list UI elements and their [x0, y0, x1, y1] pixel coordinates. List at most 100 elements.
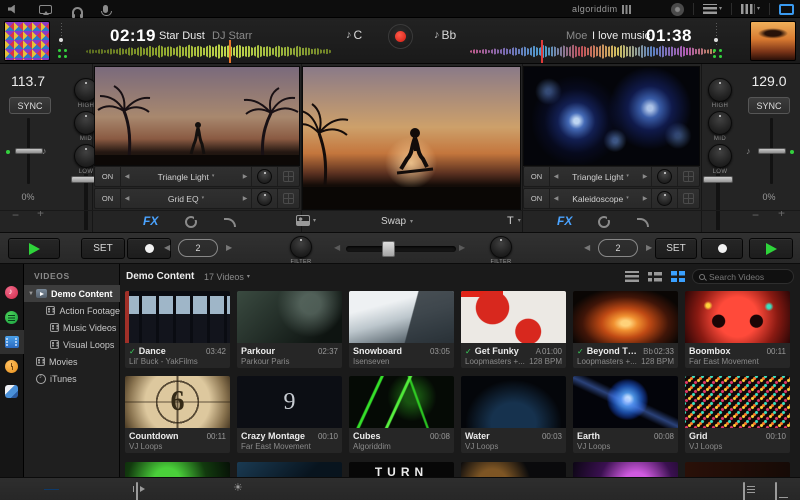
fx-pad-grid-icon[interactable]	[283, 193, 294, 204]
filter-knob-deck-a[interactable]	[290, 236, 312, 258]
video-thumbnail[interactable]	[685, 376, 790, 428]
fx-on-button[interactable]: ON	[95, 167, 121, 186]
queue-icon[interactable]	[743, 482, 745, 500]
list-view-icon[interactable]	[625, 271, 639, 282]
video-thumbnail[interactable]	[349, 376, 454, 428]
fx-effect-select[interactable]: Kaleidoscope▾	[562, 194, 639, 204]
video-card-beyond-the-[interactable]: ✓Beyond The...Bb02:33 Loopmasters +...12…	[573, 291, 678, 368]
fx-pad-grid-icon[interactable]	[283, 171, 294, 182]
album-art-deck-a[interactable]	[4, 21, 50, 61]
loop-halve-button-deck-a[interactable]: ◀	[164, 243, 170, 252]
video-thumbnail[interactable]	[461, 291, 566, 343]
record-status-icon[interactable]	[671, 3, 684, 16]
video-thumbnail[interactable]: 9	[237, 376, 342, 428]
mixer-menu-icon[interactable]	[741, 4, 755, 14]
loop-length-deck-a[interactable]: 2	[178, 239, 218, 257]
video-thumbnail[interactable]	[349, 291, 454, 343]
video-thumbnail-partial[interactable]	[685, 462, 790, 477]
tempo-slider-handle-deck-b[interactable]	[758, 148, 786, 154]
sidebar-item-action-footage[interactable]: Action Footage	[24, 302, 120, 319]
sync-button-deck-a[interactable]: SYNC	[9, 97, 51, 114]
brightness-icon[interactable]: ☀	[233, 481, 247, 494]
video-preview-deck-b[interactable]	[523, 66, 700, 166]
search-box[interactable]	[692, 269, 794, 284]
cue-set-button-deck-a[interactable]: SET	[81, 238, 125, 259]
fx-effect-select[interactable]: Triangle Light▾	[562, 172, 639, 182]
fx-prev-icon[interactable]: ◀	[121, 173, 133, 180]
expander-icon[interactable]: ▼	[28, 291, 36, 297]
master-video-output[interactable]	[302, 66, 521, 210]
fx-pad-grid-icon[interactable]	[683, 193, 694, 204]
display-icon[interactable]	[779, 4, 794, 15]
videos-source-icon[interactable]	[5, 336, 19, 348]
video-thumbnail[interactable]	[461, 376, 566, 428]
video-card-boombox[interactable]: Boombox00:11 Far East Movement	[685, 291, 790, 368]
swap-button[interactable]: Swap▾	[381, 216, 413, 227]
play-button-deck-b[interactable]	[749, 238, 793, 259]
headphones-icon[interactable]	[72, 7, 83, 15]
cue-set-button-deck-b[interactable]: SET	[655, 238, 697, 259]
music-source-icon[interactable]	[5, 286, 18, 299]
video-card-crazy-montage[interactable]: 9 Crazy Montage00:10 Far East Movement	[237, 376, 342, 453]
sidebar-item-itunes[interactable]: iTunes	[24, 370, 120, 387]
video-card-countdown[interactable]: 6 Countdown00:11 VJ Loops	[125, 376, 230, 453]
fx-amount-knob[interactable]	[657, 169, 672, 184]
fx-prev-icon[interactable]: ◀	[550, 173, 562, 180]
spotify-source-icon[interactable]	[5, 311, 18, 324]
fx-pad-grid-icon[interactable]	[683, 171, 694, 182]
loop-length-deck-b[interactable]: 2	[598, 239, 638, 257]
video-thumbnail[interactable]: 6	[125, 376, 230, 428]
text-tool-button[interactable]: T▾	[507, 215, 521, 227]
fx-next-icon[interactable]: ▶	[239, 195, 251, 202]
microphone-icon[interactable]	[103, 5, 108, 13]
video-card-earth[interactable]: Earth00:08 VJ Loops	[573, 376, 678, 453]
visual-source-button[interactable]: ▾	[296, 215, 316, 226]
fx-effect-select[interactable]: Triangle Light▾	[133, 172, 239, 182]
cue-button-deck-b[interactable]	[701, 238, 743, 259]
autofade-icon-deck-b[interactable]	[637, 218, 649, 227]
fx-prev-icon[interactable]: ◀	[121, 195, 133, 202]
video-thumbnail[interactable]	[125, 291, 230, 343]
grid-view-icon[interactable]	[671, 271, 685, 282]
fx-next-icon[interactable]: ▶	[239, 173, 251, 180]
video-thumbnail[interactable]	[237, 291, 342, 343]
sidebar-item-music-videos[interactable]: Music Videos	[24, 319, 120, 336]
video-card-parkour[interactable]: Parkour02:37 Parkour Paris	[237, 291, 342, 368]
video-thumbnail-partial[interactable]	[125, 462, 230, 477]
loop-double-button-deck-a[interactable]: ▶	[226, 243, 232, 252]
airplay-icon[interactable]	[39, 5, 52, 14]
video-preview-deck-a[interactable]	[94, 66, 300, 166]
library-count-dropdown[interactable]: 17 Videos▾	[204, 272, 250, 282]
video-thumbnail[interactable]	[573, 376, 678, 428]
video-card-get-funky[interactable]: ✓Get FunkyA01:00 Loopmasters +...128 BPM	[461, 291, 566, 368]
fx-toggle-deck-b[interactable]: FX	[557, 214, 572, 228]
fx-on-button[interactable]: ON	[95, 189, 121, 208]
fx-on-button[interactable]: ON	[524, 167, 550, 186]
fx-prev-icon[interactable]: ◀	[550, 195, 562, 202]
video-card-grid[interactable]: Grid00:10 VJ Loops	[685, 376, 790, 453]
sidebar-item-visual-loops[interactable]: Visual Loops	[24, 336, 120, 353]
volume-icon[interactable]	[8, 5, 19, 14]
fx-amount-knob[interactable]	[257, 191, 272, 206]
layout-menu-icon[interactable]	[703, 4, 717, 14]
autofade-icon-deck-a[interactable]	[224, 218, 236, 227]
loop-halve-button-deck-b[interactable]: ◀	[584, 243, 590, 252]
fx-next-icon[interactable]: ▶	[639, 195, 651, 202]
loop-icon-deck-a[interactable]	[185, 216, 197, 228]
crossfader[interactable]	[346, 241, 456, 257]
play-button-deck-a[interactable]	[8, 238, 60, 259]
video-thumbnail[interactable]	[685, 291, 790, 343]
crossfader-right-icon[interactable]: ▶	[459, 243, 465, 252]
keyboard-icon[interactable]	[775, 482, 777, 500]
video-card-water[interactable]: Water00:03 VJ Loops	[461, 376, 566, 453]
crossfader-handle[interactable]	[382, 241, 395, 257]
loop-icon-deck-b[interactable]	[598, 216, 610, 228]
album-art-deck-b[interactable]	[750, 21, 796, 61]
volume-fader-handle[interactable]	[703, 176, 733, 183]
sidebar-item-movies[interactable]: Movies	[24, 353, 120, 370]
crossfader-left-icon[interactable]: ◀	[334, 243, 340, 252]
search-input[interactable]	[709, 272, 787, 282]
filter-knob-deck-b[interactable]	[490, 236, 512, 258]
fx-effect-select[interactable]: Grid EQ▾	[133, 194, 239, 204]
waveform-deck-a[interactable]	[86, 42, 332, 61]
